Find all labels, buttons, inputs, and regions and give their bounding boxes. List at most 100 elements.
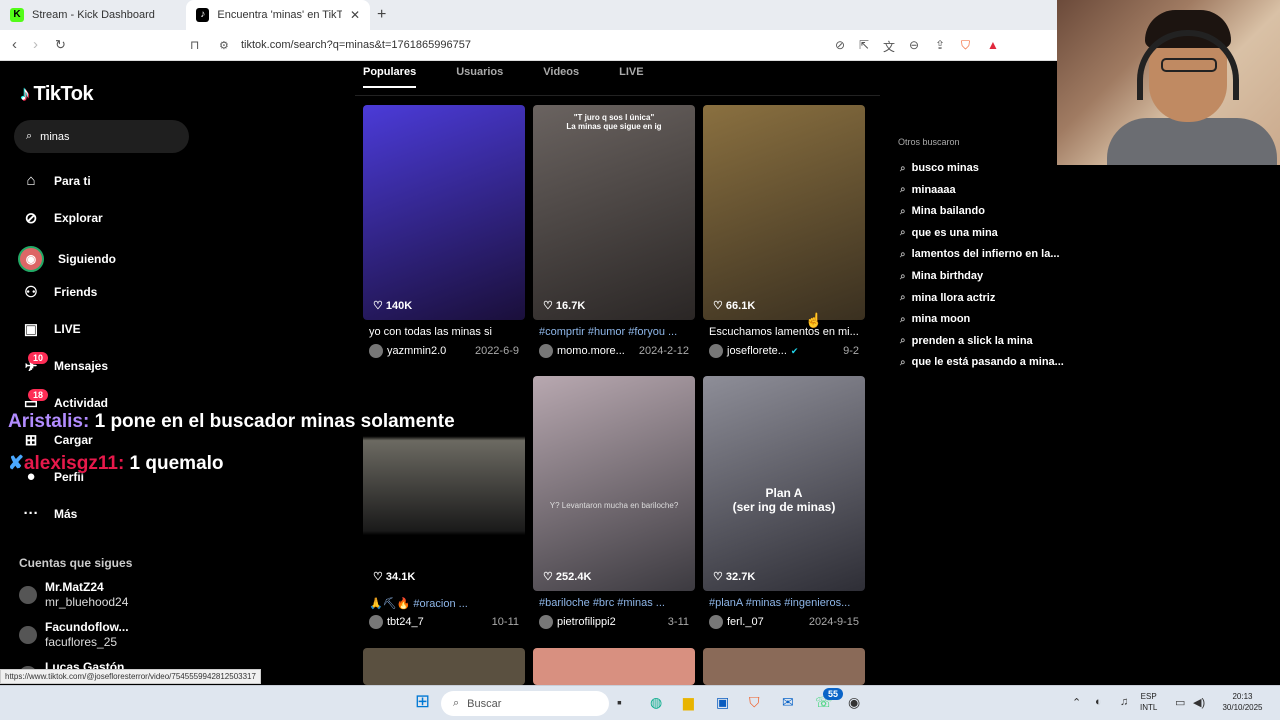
edge-icon[interactable]: ◍ (650, 694, 662, 711)
avatar[interactable] (369, 615, 383, 629)
tab-populares[interactable]: Populares (363, 66, 417, 88)
activity-badge: 18 (28, 389, 49, 401)
video-author[interactable]: yazmmin2.0 (387, 345, 446, 357)
file-explorer-icon[interactable]: ▆ (683, 694, 694, 711)
obs-icon[interactable]: ◉ (848, 694, 860, 711)
avatar[interactable] (709, 344, 723, 358)
outlook-icon[interactable]: ✉ (782, 694, 794, 711)
site-info-icon[interactable]: ⚙ (219, 39, 229, 52)
sidebar-item-friends[interactable]: ⚇ Friends (22, 283, 97, 301)
search-input[interactable]: ⌕ minas (14, 120, 189, 153)
sidebar-item-live[interactable]: ▣ LIVE (22, 320, 81, 338)
bookmark-icon[interactable]: ⊓ (190, 38, 199, 52)
open-external-icon[interactable]: ⇱ (859, 38, 869, 52)
video-card[interactable]: Y? Levantaron mucha en bariloche? ♡ 252.4… (533, 376, 695, 629)
suggested-search[interactable]: ⌕ que es una mina (900, 227, 998, 239)
back-icon[interactable]: ‹ (12, 36, 17, 53)
video-card[interactable]: ♡ 66.1K Escuchamos lamentos en mi... josef… (703, 105, 865, 358)
video-card[interactable]: Plan A (ser ing de minas) ♡ 32.7K #planA #… (703, 376, 865, 629)
new-tab-icon[interactable]: + (377, 6, 386, 24)
video-thumbnail[interactable]: "T juro q sos l única" La minas que sigu… (533, 105, 695, 320)
avatar[interactable] (709, 615, 723, 629)
reader-icon[interactable]: ⊘ (835, 38, 845, 52)
following-account[interactable]: Mr.MatZ24 mr_bluehood24 (19, 580, 128, 610)
suggested-search[interactable]: ⌕ lamentos del infierno en la... (900, 248, 1060, 260)
brave-shield-icon[interactable]: ⛉ (961, 38, 970, 53)
avatar[interactable] (539, 615, 553, 629)
suggested-search[interactable]: ⌕ mina llora actriz (900, 292, 995, 304)
video-card[interactable]: "T juro q sos l única" La minas que sigu… (533, 105, 695, 358)
network-icon[interactable]: ▭ (1175, 696, 1185, 709)
video-author[interactable]: tbt24_7 (387, 616, 424, 628)
video-meta: ferl._07 2024-9-15 (703, 615, 865, 629)
sidebar-item-mas[interactable]: ··· Más (22, 505, 78, 522)
avatar[interactable] (369, 344, 383, 358)
video-thumbnail-partial[interactable] (363, 648, 525, 685)
account-handle: mr_bluehood24 (45, 595, 129, 609)
clock[interactable]: 20:13 30/10/2025 (1215, 691, 1270, 713)
tab-kick-dashboard[interactable]: K Stream - Kick Dashboard (0, 0, 186, 30)
suggested-search[interactable]: ⌕ Mina birthday (900, 270, 983, 282)
sword-badge-icon: ✘ (8, 453, 24, 474)
tiktok-logo[interactable]: ♪ TikTok (20, 83, 94, 106)
video-description[interactable]: #bariloche #brc #minas ... (533, 597, 695, 611)
video-card[interactable]: ♡ 140K yo con todas las minas si yazmmin2.… (363, 105, 525, 358)
video-thumbnail[interactable]: ♡ 66.1K (703, 105, 865, 320)
url-field[interactable]: tiktok.com/search?q=minas&t=176186599675… (241, 39, 471, 51)
video-thumbnail[interactable]: ♡ 140K (363, 105, 525, 320)
avatar[interactable] (539, 344, 553, 358)
reload-icon[interactable]: ↻ (55, 37, 66, 53)
store-icon[interactable]: ▣ (716, 694, 729, 711)
suggested-search[interactable]: ⌕ Mina bailando (900, 205, 985, 217)
tab-videos[interactable]: Videos (543, 66, 579, 88)
forward-icon[interactable]: › (33, 36, 38, 53)
chat-message: Aristalis: 1 pone en el buscador minas s… (8, 411, 455, 433)
video-author[interactable]: pietrofilippi2 (557, 616, 616, 628)
video-author[interactable]: ferl._07 (727, 616, 764, 628)
microphone-icon[interactable]: ♫ (1120, 696, 1128, 708)
video-description[interactable]: #comprtir #humor #foryou ... (533, 326, 695, 340)
video-description[interactable]: 🙏⛏🔥 #oracion ... (363, 597, 525, 611)
security-tray-icon[interactable]: ◐ (1095, 696, 1102, 708)
close-tab-icon[interactable]: ✕ (350, 8, 360, 22)
video-meta: joseflorete... ✔ 9-2 (703, 344, 865, 358)
tab-tiktok-search[interactable]: ♪ Encuentra 'minas' en TikTok | Bu ✕ (186, 0, 370, 30)
taskbar-search[interactable]: ⌕ Buscar (441, 691, 609, 716)
share-icon[interactable]: ⇪ (935, 38, 945, 52)
tray-chevron-icon[interactable]: ⌃ (1072, 696, 1081, 709)
tab-usuarios[interactable]: Usuarios (456, 66, 503, 88)
search-icon: ⌕ (900, 313, 906, 325)
suggested-search[interactable]: ⌕ prenden a slick la mina (900, 335, 1033, 347)
video-thumbnail[interactable]: ♡ 34.1K (363, 376, 525, 591)
sidebar-item-cargar[interactable]: ⊞ Cargar (22, 431, 93, 449)
keyboard-language[interactable]: ESP INTL (1140, 691, 1157, 713)
task-view-icon[interactable]: ▪ (617, 694, 622, 710)
video-thumbnail[interactable]: Y? Levantaron mucha en bariloche? ♡ 252.4… (533, 376, 695, 591)
tab-live[interactable]: LIVE (619, 66, 643, 88)
sidebar-item-explorar[interactable]: ⊘ Explorar (22, 209, 103, 227)
suggested-search[interactable]: ⌕ que le está pasando a mina... (900, 356, 1064, 368)
tab-title: Stream - Kick Dashboard (32, 9, 155, 21)
brave-rewards-icon[interactable]: ▲ (987, 38, 999, 52)
brave-icon[interactable]: ⛉ (749, 694, 760, 711)
video-description[interactable]: #planA #minas #ingenieros... (703, 597, 865, 611)
suggested-search[interactable]: ⌕ mina moon (900, 313, 970, 325)
suggested-search[interactable]: ⌕ busco minas (900, 162, 979, 174)
video-description[interactable]: yo con todas las minas si (363, 326, 525, 340)
suggested-search[interactable]: ⌕ minaaaa (900, 184, 956, 196)
translate-icon[interactable]: 文 (883, 38, 895, 55)
windows-start-icon[interactable]: ⊞ (415, 691, 430, 712)
following-account[interactable]: Facundoflow... facuflores_25 (19, 620, 129, 650)
video-author[interactable]: momo.more... (557, 345, 625, 357)
volume-icon[interactable]: ◀) (1193, 696, 1205, 709)
sidebar-item-siguiendo[interactable]: ◉ Siguiendo (18, 246, 116, 272)
search-icon: ⌕ (900, 184, 906, 196)
video-author[interactable]: joseflorete... (727, 345, 787, 357)
video-description[interactable]: Escuchamos lamentos en mi... (703, 326, 865, 340)
sidebar-item-label: Actividad (54, 396, 109, 410)
video-thumbnail[interactable]: Plan A (ser ing de minas) ♡ 32.7K (703, 376, 865, 591)
sidebar-item-para-ti[interactable]: ⌂ Para ti (22, 172, 90, 189)
video-thumbnail-partial[interactable] (533, 648, 695, 685)
video-thumbnail-partial[interactable] (703, 648, 865, 685)
zoom-icon[interactable]: ⊖ (909, 38, 919, 52)
